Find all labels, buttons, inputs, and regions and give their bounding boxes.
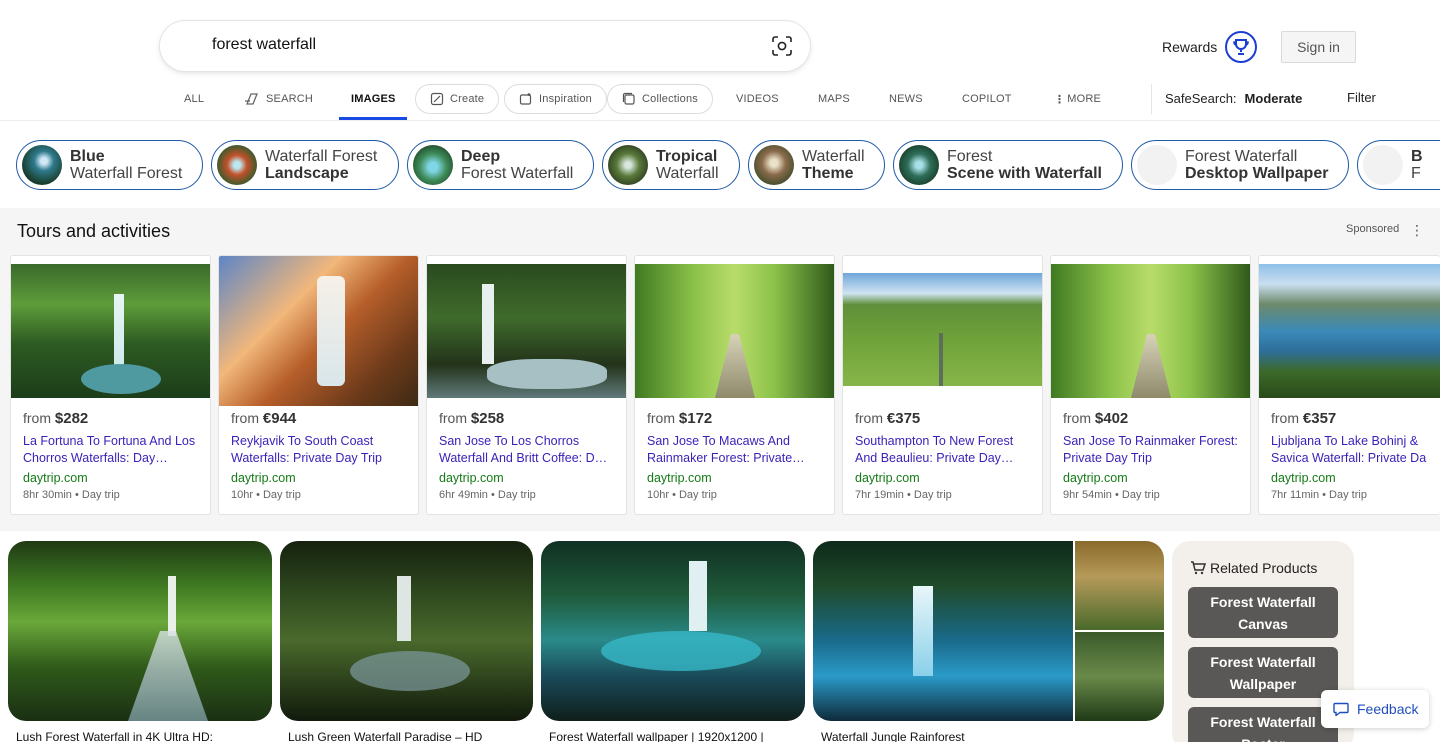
feedback-button[interactable]: Feedback — [1321, 690, 1429, 728]
tour-title-link[interactable]: San Jose To Los Chorros Waterfall And Br… — [439, 433, 619, 467]
tour-image — [1051, 264, 1250, 398]
tour-title-link[interactable]: Southampton To New Forest And Beaulieu: … — [855, 433, 1035, 467]
image-result[interactable] — [813, 541, 1164, 721]
tour-title-link[interactable]: Ljubljana To Lake Bohinj & Savica Waterf… — [1271, 433, 1440, 467]
chip-thumbnail — [1363, 145, 1403, 185]
tour-image — [1259, 264, 1440, 398]
related-chip[interactable]: BF — [1357, 140, 1440, 190]
tours-section: Tours and activities Sponsored ⋮ from $2… — [0, 208, 1440, 531]
tab-copilot[interactable]: COPILOT — [962, 84, 1012, 114]
filter-button[interactable]: Filter — [1347, 90, 1376, 105]
chip-thumbnail — [754, 145, 794, 185]
chip-thumbnail — [413, 145, 453, 185]
sponsored-label: Sponsored — [1346, 223, 1400, 235]
visual-search-icon[interactable] — [771, 35, 793, 57]
tab-images[interactable]: IMAGES — [351, 84, 396, 114]
image-caption[interactable]: Lush Forest Waterfall in 4K Ultra HD: — [16, 730, 213, 742]
tab-collections[interactable]: Collections — [607, 84, 714, 114]
chip-thumbnail — [1137, 145, 1177, 185]
tour-card[interactable]: from $172 San Jose To Macaws And Rainmak… — [634, 255, 835, 515]
collections-icon — [622, 92, 635, 105]
related-chip[interactable]: Forest Waterfall Desktop Wallpaper — [1131, 140, 1349, 190]
create-icon — [430, 92, 444, 106]
image-result[interactable] — [8, 541, 272, 721]
related-chip[interactable]: Blue Waterfall Forest — [16, 140, 203, 190]
divider — [1151, 84, 1152, 114]
tour-image — [219, 256, 418, 406]
tour-meta: 7hr 11min • Day trip — [1271, 489, 1367, 501]
copilot-search-icon — [245, 93, 258, 105]
feedback-chat-icon — [1333, 702, 1349, 716]
tour-card[interactable]: from €944 Reykjavik To South Coast Water… — [218, 255, 419, 515]
tab-create[interactable]: Create — [415, 84, 500, 114]
tour-card[interactable]: from $282 La Fortuna To Fortuna And Los … — [10, 255, 211, 515]
image-caption[interactable]: Forest Waterfall wallpaper | 1920x1200 | — [549, 730, 764, 742]
tour-title-link[interactable]: San Jose To Macaws And Rainmaker Forest:… — [647, 433, 827, 467]
image-caption[interactable]: Waterfall Jungle Rainforest — [821, 730, 965, 742]
tour-meta: 6hr 49min • Day trip — [439, 489, 536, 501]
tour-site: daytrip.com — [1063, 471, 1128, 485]
tour-meta: 10hr • Day trip — [647, 489, 717, 501]
chip-thumbnail — [217, 145, 257, 185]
tour-image — [843, 273, 1042, 386]
tour-card[interactable]: from $258 San Jose To Los Chorros Waterf… — [426, 255, 627, 515]
related-product-button[interactable]: Forest Waterfall Poster — [1188, 707, 1338, 742]
tour-meta: 8hr 30min • Day trip — [23, 489, 120, 501]
tab-all[interactable]: ALL — [184, 84, 204, 114]
more-dots-icon: ⋮ — [1054, 93, 1066, 106]
tour-meta: 10hr • Day trip — [231, 489, 301, 501]
section-title: Tours and activities — [17, 221, 171, 241]
tour-title-link[interactable]: La Fortuna To Fortuna And Los Chorros Wa… — [23, 433, 203, 467]
rewards-trophy-icon[interactable] — [1225, 31, 1257, 63]
image-caption[interactable]: Lush Green Waterfall Paradise – HD — [288, 730, 482, 742]
image-result[interactable] — [280, 541, 533, 721]
tour-image — [635, 264, 834, 398]
related-product-button[interactable]: Forest Waterfall Canvas — [1188, 587, 1338, 638]
search-input[interactable]: forest waterfall — [212, 36, 316, 54]
tab-videos[interactable]: VIDEOS — [736, 84, 779, 114]
safesearch-control[interactable]: SafeSearch: Moderate — [1165, 91, 1302, 106]
search-box[interactable]: forest waterfall — [160, 21, 810, 71]
sign-in-button[interactable]: Sign in — [1281, 31, 1356, 63]
tour-site: daytrip.com — [23, 471, 88, 485]
tab-more[interactable]: ⋮ MORE — [1054, 84, 1101, 114]
related-chip[interactable]: Tropical Waterfall — [602, 140, 740, 190]
tour-card[interactable]: from €375 Southampton To New Forest And … — [842, 255, 1043, 515]
image-result[interactable] — [541, 541, 805, 721]
rewards-link[interactable]: Rewards — [1162, 39, 1217, 55]
tour-meta: 9hr 54min • Day trip — [1063, 489, 1160, 501]
inspiration-icon — [519, 93, 532, 105]
related-chip[interactable]: Deep Forest Waterfall — [407, 140, 594, 190]
tour-site: daytrip.com — [439, 471, 504, 485]
shopping-cart-icon — [1191, 561, 1206, 575]
related-chip[interactable]: Waterfall Theme — [748, 140, 885, 190]
tab-maps[interactable]: MAPS — [818, 84, 850, 114]
tab-news[interactable]: NEWS — [889, 84, 923, 114]
tour-image — [11, 264, 210, 398]
tour-card[interactable]: from €357 Ljubljana To Lake Bohinj & Sav… — [1258, 255, 1440, 515]
tour-card[interactable]: from $402 San Jose To Rainmaker Forest: … — [1050, 255, 1251, 515]
chip-thumbnail — [608, 145, 648, 185]
tour-site: daytrip.com — [231, 471, 296, 485]
related-chip[interactable]: Waterfall Forest Landscape — [211, 140, 399, 190]
tour-image — [427, 264, 626, 398]
tab-inspiration[interactable]: Inspiration — [504, 84, 607, 114]
related-chip[interactable]: Forest Scene with Waterfall — [893, 140, 1123, 190]
header-divider — [0, 120, 1440, 121]
tour-site: daytrip.com — [1271, 471, 1336, 485]
related-products-title: Related Products — [1210, 560, 1318, 576]
tour-site: daytrip.com — [647, 471, 712, 485]
page: forest waterfall Rewards Sign in ALL SEA… — [0, 0, 1440, 742]
tour-site: daytrip.com — [855, 471, 920, 485]
related-product-button[interactable]: Forest Waterfall Wallpaper — [1188, 647, 1338, 698]
chip-thumbnail — [899, 145, 939, 185]
related-searches: Blue Waterfall Forest Waterfall Forest Lan… — [0, 140, 1440, 190]
tour-meta: 7hr 19min • Day trip — [855, 489, 952, 501]
tour-title-link[interactable]: Reykjavik To South Coast Waterfalls: Pri… — [231, 433, 411, 467]
tab-search[interactable]: SEARCH — [244, 84, 313, 114]
tour-title-link[interactable]: San Jose To Rainmaker Forest: Private Da… — [1063, 433, 1243, 467]
more-options-icon[interactable]: ⋮ — [1410, 222, 1424, 239]
chip-thumbnail — [22, 145, 62, 185]
